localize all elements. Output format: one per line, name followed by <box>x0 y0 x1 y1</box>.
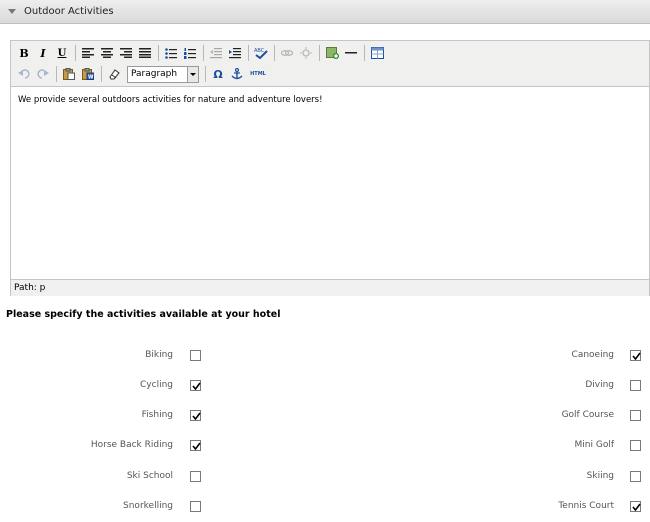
html-icon[interactable]: HTML <box>247 65 269 83</box>
format-select-value: Paragraph <box>131 69 178 79</box>
panel-title: Outdoor Activities <box>24 6 114 17</box>
toolbar-separator <box>274 45 275 61</box>
editor-path: Path: p <box>11 279 649 296</box>
collapse-arrow-icon[interactable] <box>8 9 16 14</box>
svg-text:W: W <box>88 75 94 81</box>
indent-icon[interactable] <box>226 44 244 62</box>
activity-label-canoeing: Canoeing <box>571 350 614 360</box>
activity-label-mini-golf: Mini Golf <box>574 440 614 450</box>
bold-icon[interactable]: B <box>15 44 33 62</box>
align-center-icon[interactable] <box>98 44 116 62</box>
toolbar-separator <box>75 45 76 61</box>
activity-row-skiing: Skiing <box>0 469 614 483</box>
align-justify-icon[interactable] <box>136 44 154 62</box>
activity-row-mini-golf: Mini Golf <box>0 438 614 452</box>
underline-icon[interactable]: U <box>53 44 71 62</box>
activity-checkbox-canoeing[interactable] <box>630 350 641 361</box>
toolbar-separator <box>364 45 365 61</box>
activity-checkbox-diving[interactable] <box>630 380 641 391</box>
align-right-icon[interactable] <box>117 44 135 62</box>
activity-label-golf-course: Golf Course <box>561 410 614 420</box>
editor-toolbar: B I U ABC W Paragraph Ω HTML <box>11 41 649 87</box>
toolbar-separator <box>158 45 159 61</box>
activity-checkbox-golf-course[interactable] <box>630 410 641 421</box>
section-title: Please specify the activities available … <box>6 309 281 320</box>
toolbar-separator <box>319 45 320 61</box>
toolbar-separator <box>205 66 206 82</box>
activity-row-canoeing: Canoeing <box>0 348 614 362</box>
format-select[interactable]: Paragraph <box>127 65 199 83</box>
unlink-icon[interactable] <box>297 44 315 62</box>
toolbar-row-1: B I U ABC <box>15 43 387 63</box>
chevron-down-icon[interactable] <box>187 66 198 82</box>
toolbar-separator <box>248 45 249 61</box>
omega-icon[interactable]: Ω <box>209 65 227 83</box>
redo-icon[interactable] <box>34 65 52 83</box>
activity-row-tennis-court: Tennis Court <box>0 499 614 513</box>
toolbar-row-2: W Paragraph Ω HTML <box>15 64 270 84</box>
editor-content[interactable]: We provide several outdoors activities f… <box>11 87 649 279</box>
paste-word-icon[interactable]: W <box>79 65 97 83</box>
activity-label-tennis-court: Tennis Court <box>558 501 614 511</box>
outdent-icon[interactable] <box>207 44 225 62</box>
table-icon[interactable] <box>368 44 386 62</box>
toolbar-separator <box>203 45 204 61</box>
anchor-icon[interactable] <box>228 65 246 83</box>
toolbar-separator <box>101 66 102 82</box>
spellcheck-icon[interactable]: ABC <box>252 44 270 62</box>
numbered-list-icon[interactable] <box>181 44 199 62</box>
activity-label-skiing: Skiing <box>586 471 614 481</box>
panel-header[interactable]: Outdoor Activities <box>0 0 650 24</box>
activity-row-diving: Diving <box>0 378 614 392</box>
activity-row-golf-course: Golf Course <box>0 408 614 422</box>
insert-image-icon[interactable] <box>323 44 341 62</box>
link-icon[interactable] <box>278 44 296 62</box>
activity-checkbox-tennis-court[interactable] <box>630 501 641 512</box>
paste-icon[interactable] <box>60 65 78 83</box>
bullet-list-icon[interactable] <box>162 44 180 62</box>
toolbar-separator <box>56 66 57 82</box>
activity-label-diving: Diving <box>585 380 614 390</box>
activity-checkbox-skiing[interactable] <box>630 471 641 482</box>
clear-format-icon[interactable] <box>105 65 123 83</box>
horizontal-rule-icon[interactable] <box>342 44 360 62</box>
undo-icon[interactable] <box>15 65 33 83</box>
rich-text-editor: B I U ABC W Paragraph Ω HTML We provide … <box>10 40 650 296</box>
activity-checkbox-mini-golf[interactable] <box>630 440 641 451</box>
svg-text:ABC: ABC <box>254 48 265 54</box>
align-left-icon[interactable] <box>79 44 97 62</box>
italic-icon[interactable]: I <box>34 44 52 62</box>
